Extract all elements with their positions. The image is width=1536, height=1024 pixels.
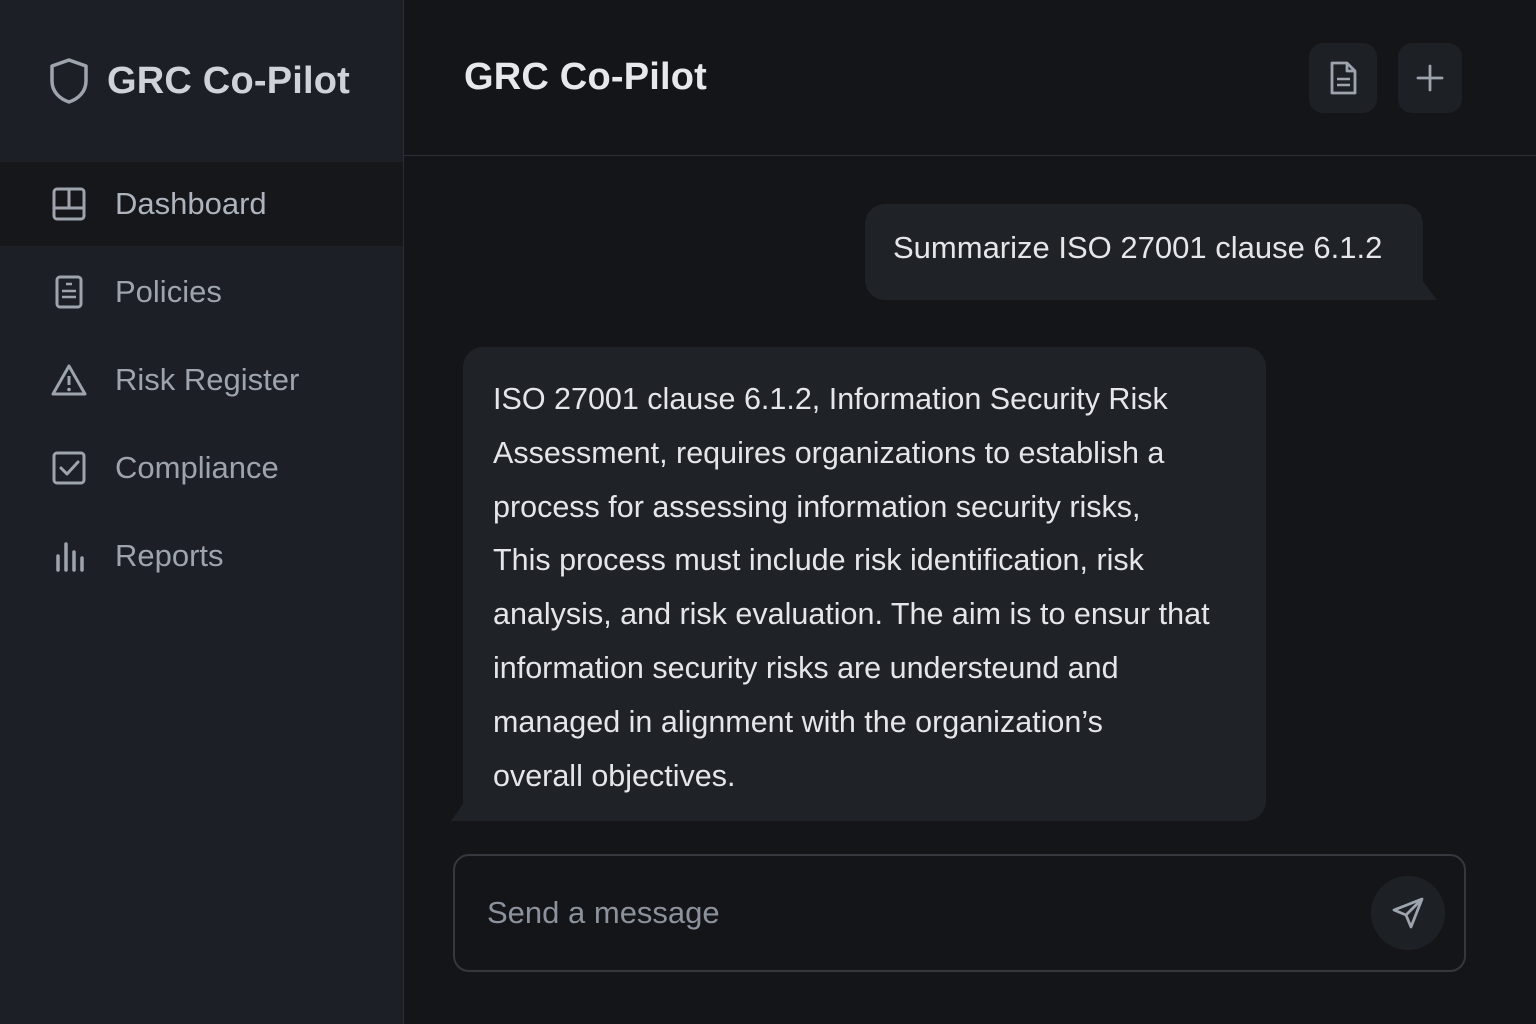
shield-icon (48, 57, 90, 105)
brand-title: GRC Co-Pilot (107, 59, 351, 102)
sidebar-item-label: Risk Register (115, 362, 300, 397)
sidebar-item-label: Policies (115, 274, 222, 309)
sidebar-item-label: Reports (115, 538, 224, 573)
user-message-text: Summarize ISO 27001 clause 6.1.2 (893, 230, 1383, 265)
sidebar-item-compliance[interactable]: Compliance (0, 426, 403, 510)
bubble-tail (451, 797, 479, 821)
sidebar-item-risk-register[interactable]: Risk Register (0, 338, 403, 422)
plus-icon (1416, 64, 1444, 92)
assistant-message-line: overall objectives. (493, 758, 736, 793)
assistant-message-line: analysis, and risk evaluation. The aim i… (493, 597, 1210, 632)
document-button[interactable] (1309, 43, 1377, 113)
page-title: GRC Co-Pilot (464, 56, 708, 98)
assistant-message-line: This process must include risk identific… (493, 543, 1144, 578)
message-composer (453, 854, 1466, 972)
sidebar-item-dashboard[interactable]: Dashboard (0, 162, 403, 246)
app-window: GRC Co-Pilot Dashboard Policies Risk Reg… (0, 0, 1536, 1024)
send-icon (1390, 895, 1426, 931)
send-button[interactable] (1371, 876, 1445, 950)
sidebar: GRC Co-Pilot Dashboard Policies Risk Reg… (0, 0, 404, 1024)
chat-header: GRC Co-Pilot (404, 0, 1536, 156)
message-input[interactable] (455, 856, 1371, 970)
document-list-icon (50, 273, 88, 311)
brand: GRC Co-Pilot (0, 0, 403, 162)
layout-grid-icon (50, 185, 88, 223)
assistant-message-line: ISO 27001 clause 6.1.2, Information Secu… (493, 382, 1168, 416)
bar-chart-icon (50, 537, 88, 575)
sidebar-nav: Dashboard Policies Risk Register Complia… (0, 162, 403, 598)
sidebar-item-label: Dashboard (115, 186, 267, 221)
assistant-message-line: information security risks are understeu… (493, 650, 1119, 685)
document-icon (1327, 60, 1359, 96)
new-chat-button[interactable] (1398, 43, 1462, 113)
checkbox-icon (50, 449, 88, 487)
warning-triangle-icon (50, 361, 88, 399)
sidebar-item-policies[interactable]: Policies (0, 250, 403, 334)
assistant-message: ISO 27001 clause 6.1.2, Information Secu… (451, 347, 1266, 821)
sidebar-item-reports[interactable]: Reports (0, 514, 403, 598)
assistant-message-line: Assessment, requires organizations to es… (493, 435, 1165, 470)
assistant-message-line: process for assessing information securi… (493, 489, 1141, 524)
assistant-message-line: managed in alignment with the organizati… (493, 704, 1103, 739)
bubble-tail (1407, 276, 1437, 300)
chat-panel: GRC Co-Pilot Summarize ISO 27001 clause … (404, 0, 1536, 1024)
sidebar-item-label: Compliance (115, 450, 279, 485)
user-message: Summarize ISO 27001 clause 6.1.2 (865, 204, 1437, 300)
